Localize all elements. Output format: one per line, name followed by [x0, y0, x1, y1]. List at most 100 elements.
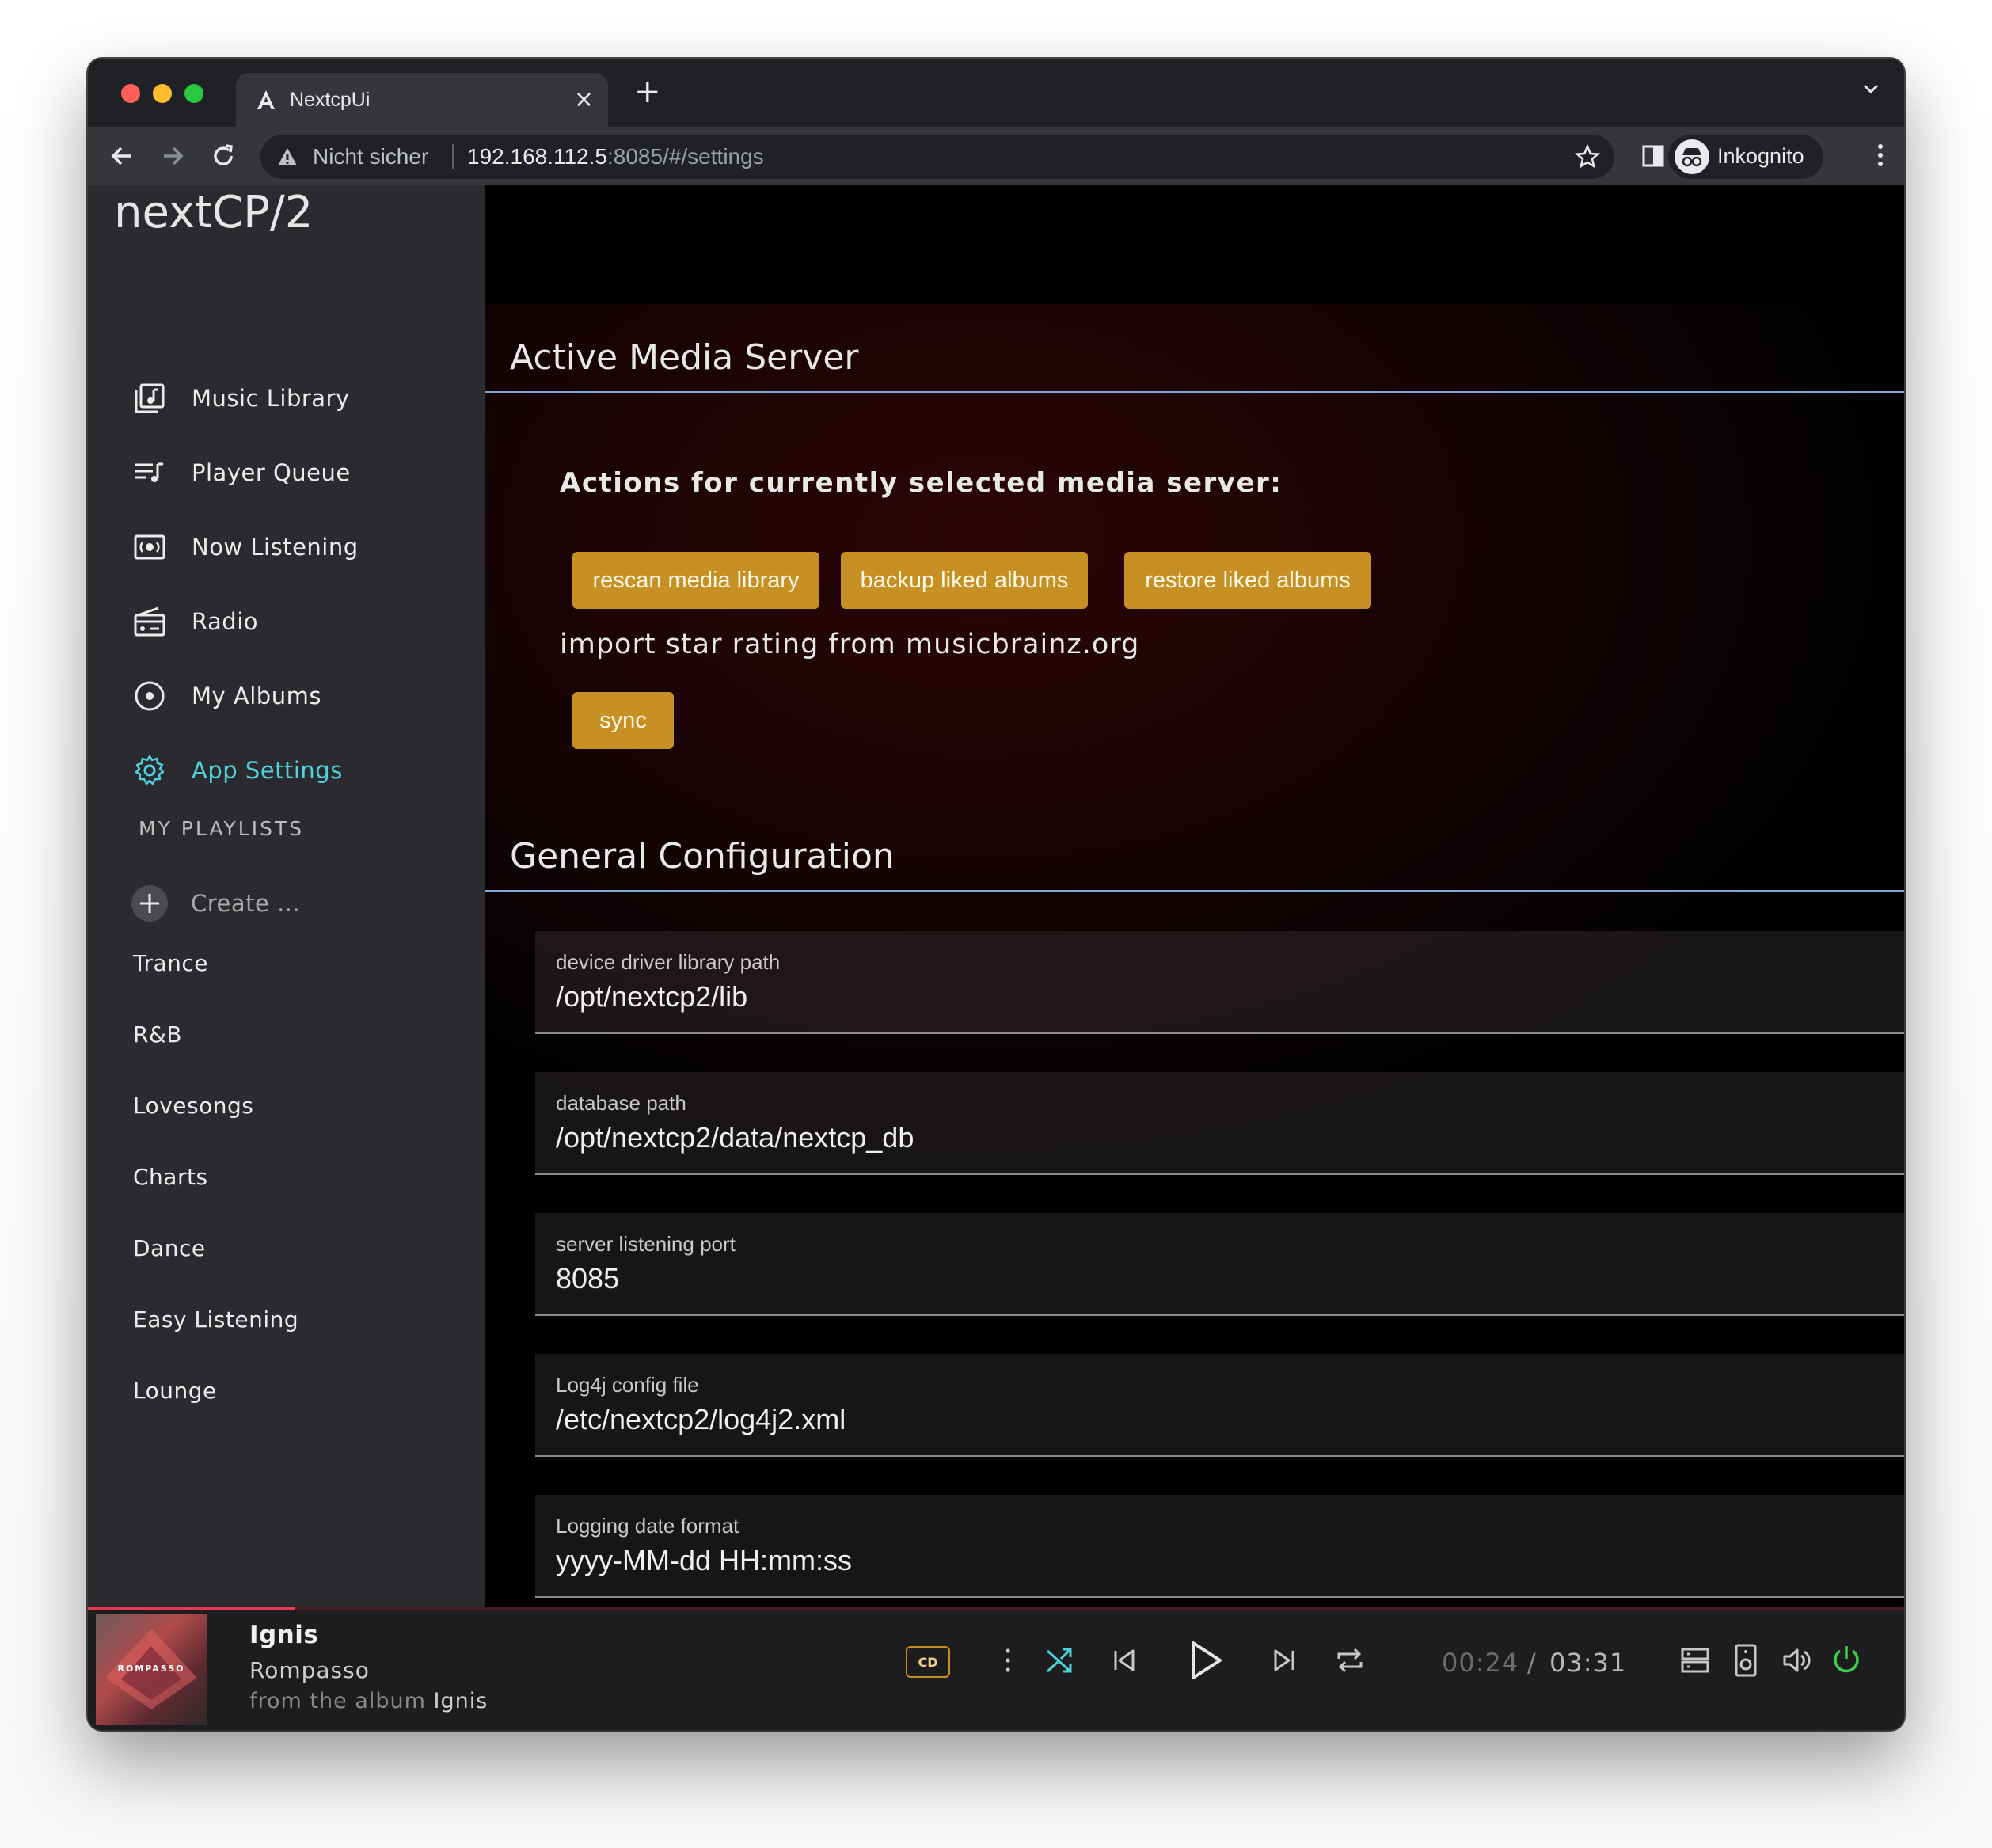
progress-bar[interactable] — [88, 1607, 1904, 1610]
field-label: server listening port — [556, 1232, 736, 1256]
section-divider — [485, 391, 1904, 393]
chevron-down-icon[interactable] — [1861, 79, 1880, 98]
create-playlist-label: Create ... — [191, 890, 301, 917]
forward-arrow-icon[interactable] — [158, 141, 188, 171]
backup-liked-albums-button[interactable]: backup liked albums — [841, 552, 1088, 609]
skip-previous-icon[interactable] — [1109, 1646, 1138, 1675]
field-value[interactable]: /opt/nextcp2/data/nextcp_db — [556, 1121, 914, 1154]
track-duration: 03:31 — [1549, 1648, 1627, 1678]
new-tab-button[interactable]: + — [634, 76, 661, 108]
radio-icon — [134, 606, 165, 637]
playlist-item-rnb[interactable]: R&B — [133, 1021, 182, 1048]
skip-next-icon[interactable] — [1271, 1646, 1299, 1675]
incognito-label: Inkognito — [1717, 144, 1804, 168]
log4j-config-field[interactable]: Log4j config file /etc/nextcp2/log4j2.xm… — [535, 1354, 1904, 1457]
media-server-icon[interactable] — [1679, 1645, 1711, 1676]
minimize-window-button[interactable] — [153, 84, 172, 103]
nav-now-listening[interactable]: Now Listening — [133, 524, 466, 572]
close-window-button[interactable] — [121, 84, 140, 103]
album-cover[interactable]: ROMPASSO — [96, 1614, 207, 1725]
more-vert-icon[interactable] — [1876, 141, 1885, 169]
field-value[interactable]: /opt/nextcp2/lib — [556, 980, 747, 1013]
play-icon[interactable] — [1182, 1638, 1226, 1683]
speaker-icon[interactable] — [1730, 1643, 1762, 1678]
volume-icon[interactable] — [1781, 1645, 1812, 1676]
logging-date-format-field[interactable]: Logging date format yyyy-MM-dd HH:mm:ss — [535, 1495, 1904, 1598]
nav-label: My Albums — [192, 683, 321, 709]
database-path-field[interactable]: database path /opt/nextcp2/data/nextcp_d… — [535, 1072, 1904, 1175]
field-value[interactable]: 8085 — [556, 1262, 619, 1295]
field-label: Log4j config file — [556, 1373, 699, 1397]
nav-music-library[interactable]: Music Library — [133, 375, 466, 423]
main-panel: Active Media Server Actions for currentl… — [485, 185, 1904, 1607]
field-label: Logging date format — [556, 1514, 739, 1538]
nav-label: Now Listening — [192, 534, 359, 561]
shuffle-icon[interactable] — [1044, 1645, 1075, 1676]
playlist-item-easy-listening[interactable]: Easy Listening — [133, 1306, 298, 1333]
more-vert-icon[interactable] — [1003, 1645, 1013, 1676]
device-driver-path-field[interactable]: device driver library path /opt/nextcp2/… — [535, 931, 1904, 1034]
nav-label: Player Queue — [192, 459, 351, 486]
playlist-item-lovesongs[interactable]: Lovesongs — [133, 1093, 253, 1119]
address-separator — [452, 144, 454, 169]
app-logo[interactable]: nextCP/2 — [114, 187, 313, 238]
app-root: nextCP/2 Music Library Player Queue Now … — [88, 185, 1904, 1607]
tab-title: NextcpUi — [290, 89, 371, 111]
security-label[interactable]: Nicht sicher — [313, 144, 428, 169]
gear-icon — [135, 755, 165, 785]
nav-radio[interactable]: Radio — [133, 599, 466, 646]
power-icon[interactable] — [1830, 1643, 1863, 1676]
tab-close-icon[interactable]: × — [574, 86, 594, 113]
playlist-item-charts[interactable]: Charts — [133, 1164, 208, 1190]
browser-window: NextcpUi × + Nicht sicher 192.168.112.5:… — [88, 59, 1904, 1730]
add-icon — [131, 885, 168, 922]
back-arrow-icon[interactable] — [107, 141, 137, 171]
progress-fill — [88, 1607, 295, 1610]
actions-heading: Actions for currently selected media ser… — [560, 467, 1283, 499]
time-separator: / — [1527, 1648, 1537, 1678]
queue-music-icon — [135, 462, 163, 482]
rescan-media-library-button[interactable]: rescan media library — [572, 552, 819, 609]
playlist-item-lounge[interactable]: Lounge — [133, 1378, 217, 1404]
section-divider — [485, 890, 1904, 892]
incognito-icon — [1675, 139, 1709, 174]
repeat-icon[interactable] — [1334, 1645, 1366, 1676]
field-label: database path — [556, 1091, 686, 1115]
field-value[interactable]: /etc/nextcp2/log4j2.xml — [556, 1403, 846, 1436]
playlist-item-trance[interactable]: Trance — [133, 950, 208, 976]
sync-button[interactable]: sync — [572, 692, 674, 749]
nav-my-albums[interactable]: My Albums — [133, 673, 466, 721]
album-prefix: from the album — [249, 1689, 426, 1713]
server-port-field[interactable]: server listening port 8085 — [535, 1213, 1904, 1316]
incognito-profile-button[interactable]: Inkognito — [1668, 135, 1823, 179]
nav-player-queue[interactable]: Player Queue — [133, 450, 466, 497]
settings-content: Active Media Server Actions for currentl… — [485, 304, 1904, 1607]
nav-label: Music Library — [192, 385, 350, 412]
field-value[interactable]: yyyy-MM-dd HH:mm:ss — [556, 1544, 852, 1577]
maximize-window-button[interactable] — [184, 84, 203, 103]
album-name[interactable]: Ignis — [434, 1689, 488, 1713]
playlist-item-dance[interactable]: Dance — [133, 1235, 206, 1261]
cd-quality-badge: CD — [906, 1646, 950, 1678]
restore-liked-albums-button[interactable]: restore liked albums — [1124, 552, 1371, 609]
track-album-line: from the album Ignis — [249, 1689, 488, 1713]
create-playlist-button[interactable]: Create ... — [131, 882, 369, 926]
angular-favicon-icon — [257, 90, 275, 109]
browser-toolbar: Nicht sicher 192.168.112.5:8085/#/settin… — [88, 127, 1904, 185]
import-star-rating-label: import star rating from musicbrainz.org — [560, 629, 1140, 660]
album-icon — [135, 681, 165, 711]
now-listening-icon — [134, 534, 165, 560]
general-configuration-title: General Configuration — [510, 836, 895, 876]
nav-app-settings[interactable]: App Settings — [133, 747, 466, 795]
playlists-heading: MY PLAYLISTS — [139, 817, 305, 840]
elapsed-time: 00:24 — [1442, 1648, 1519, 1678]
bookmark-star-icon[interactable] — [1575, 144, 1600, 169]
side-panel-icon[interactable] — [1641, 144, 1665, 168]
address-bar[interactable]: Nicht sicher 192.168.112.5:8085/#/settin… — [260, 135, 1614, 179]
browser-tab[interactable]: NextcpUi × — [236, 73, 608, 127]
url-path: :8085/#/settings — [606, 144, 764, 169]
url-text[interactable]: 192.168.112.5:8085/#/settings — [467, 144, 764, 169]
track-artist[interactable]: Rompasso — [249, 1657, 370, 1683]
reload-icon[interactable] — [208, 141, 238, 171]
warning-triangle-icon[interactable] — [276, 146, 298, 168]
